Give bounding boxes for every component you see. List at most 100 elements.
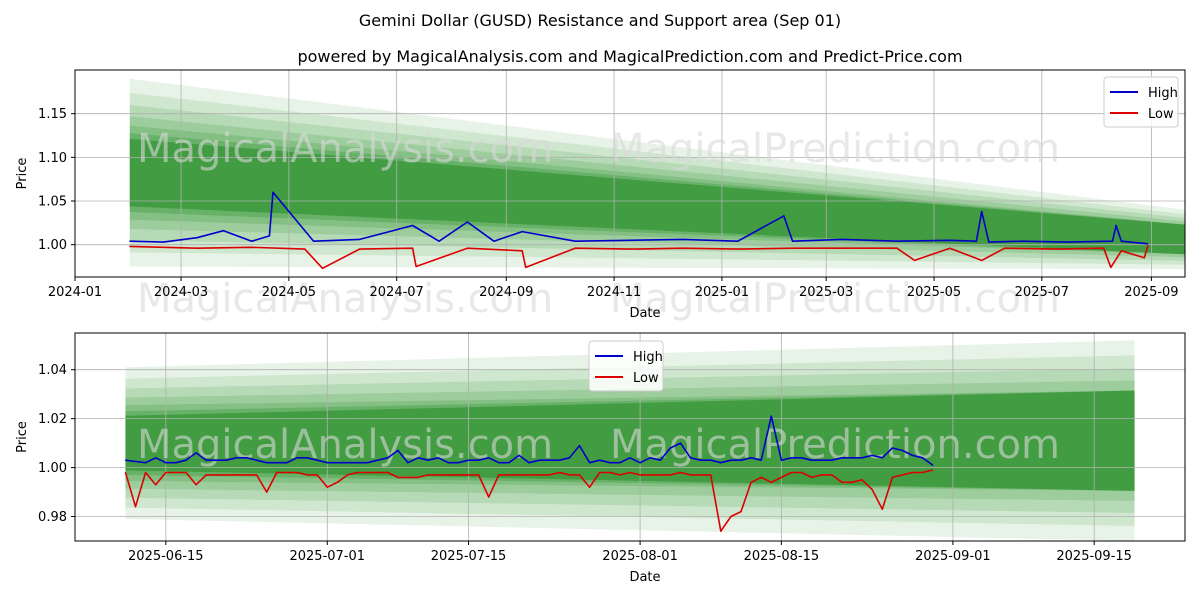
chart-1-low-point — [1103, 247, 1105, 249]
chart-1-high-point — [196, 237, 198, 239]
chart-1-low-point — [251, 246, 253, 248]
chart-2-low-point — [195, 484, 197, 486]
chart-2-legend: High Low — [588, 340, 664, 392]
chart-2-y-tick-label: 1.00 — [38, 461, 67, 476]
chart-2-low-point — [488, 496, 490, 498]
chart-title: Gemini Dollar (GUSD) Resistance and Supp… — [359, 11, 841, 30]
chart-2-high-point — [679, 442, 682, 444]
chart-2-high-point — [316, 459, 318, 461]
chart-2-low-point — [346, 474, 349, 476]
chart-2-high-point — [649, 457, 651, 459]
chart-1-x-tick-label: 2024-09 — [479, 285, 533, 300]
chart-2-low-point — [518, 474, 520, 476]
chart-1-high-point — [792, 240, 794, 242]
chart-2-low-point — [225, 474, 227, 476]
chart-2-high-point — [760, 459, 762, 461]
chart-2-low-point — [710, 474, 712, 476]
chart-1-low-point — [304, 248, 306, 250]
chart-2-low-point — [245, 474, 248, 476]
chart-1-low-point — [1057, 248, 1059, 250]
chart-2-high-point — [145, 462, 147, 464]
chart-1-low-point — [1147, 245, 1149, 247]
chart-2-high-point — [326, 462, 328, 464]
chart-2-high-point — [669, 447, 672, 449]
chart-2-low-point — [800, 471, 803, 474]
chart-2-high-point — [922, 457, 924, 459]
chart-2-low-point — [296, 471, 298, 474]
chart-2-high-point — [589, 462, 591, 464]
chart-2-high-point — [770, 415, 772, 417]
chart-2-low-point — [538, 474, 540, 476]
chart-1-high-point — [222, 230, 225, 232]
chart-2-y-tick-label: 0.98 — [38, 510, 67, 525]
chart-2-high-point — [195, 452, 197, 454]
chart-2-x-tick-label: 2025-09-15 — [1056, 549, 1132, 564]
chart-2-low-point — [780, 476, 783, 478]
chart-canvas: Gemini Dollar (GUSD) Resistance and Supp… — [15, 11, 1186, 585]
chart-2-low-point — [881, 508, 883, 510]
chart-2-low-point — [326, 486, 328, 488]
chart-1-x-axis-label: Date — [629, 306, 660, 321]
chart-1-low-point — [129, 245, 131, 247]
chart-2-high-point — [790, 457, 793, 459]
chart-2-low-point — [568, 474, 571, 476]
chart-2-low-point — [720, 530, 722, 532]
chart-2-low-point — [276, 471, 278, 474]
chart-2-high-point — [548, 459, 550, 461]
chart-1-low-point — [949, 247, 951, 249]
chart-2-low-point — [528, 474, 530, 476]
chart-2-low-point — [457, 474, 460, 476]
chart-2-low-point — [639, 474, 641, 476]
chart-1-x-tick-label: 2025-07 — [1015, 285, 1069, 300]
chart-2-high-point — [528, 462, 530, 464]
chart-2-low-point — [377, 471, 379, 474]
chart-1-low-point — [914, 259, 916, 261]
chart-1-x-tick-label: 2025-09 — [1124, 285, 1178, 300]
chart-2-low-point — [235, 474, 238, 476]
chart-1-y-tick-label: 1.00 — [38, 238, 67, 253]
chart-1-x-tick-label: 2025-01 — [695, 285, 749, 300]
chart-1-low-point — [412, 247, 414, 249]
chart-2-low-point — [175, 471, 177, 474]
chart-2-low-point — [861, 479, 863, 481]
chart-2-high-point — [720, 462, 722, 464]
chart-2-low-point — [932, 469, 934, 471]
chart-2-high-point — [256, 459, 258, 461]
chart-1-high-point — [359, 238, 361, 240]
chart-1-x-tick-label: 2024-05 — [262, 285, 316, 300]
chart-2-low-point — [619, 474, 621, 476]
chart-subtitle: powered by MagicalAnalysis.com and Magic… — [297, 47, 962, 66]
chart-2-legend-label-low: Low — [633, 371, 659, 386]
chart-2-high-point — [336, 462, 338, 464]
chart-1-high-point — [975, 240, 978, 242]
chart-2-y-tick-label: 1.04 — [38, 363, 67, 378]
chart-2-high-point — [266, 462, 268, 464]
chart-1-high-point — [783, 215, 785, 217]
chart-1-high-point — [251, 240, 253, 242]
chart-2-high-point — [619, 462, 621, 464]
chart-2-low-point — [498, 474, 500, 476]
chart-2-high-point — [558, 459, 561, 461]
chart-2-low-point — [669, 474, 672, 476]
chart-2-x-axis-label: Date — [629, 570, 660, 585]
chart-2-x-tick-label: 2025-07-01 — [289, 549, 365, 564]
chart-1-low-point — [1004, 247, 1006, 249]
chart-2-high-point — [498, 462, 500, 464]
chart-1-x-tick-label: 2024-03 — [154, 285, 208, 300]
chart-2-high-point — [397, 449, 399, 452]
chart-1-high-point — [737, 240, 739, 242]
chart-2-low-point — [770, 481, 772, 483]
chart-2-low-point — [306, 474, 308, 476]
chart-2-high-point — [296, 457, 298, 459]
chart-1-y-tick-label: 1.10 — [38, 151, 67, 166]
chart-2-low-point — [629, 471, 631, 474]
chart-2-high-point — [356, 462, 359, 464]
chart-2-high-point — [518, 454, 520, 456]
chart-2-low-point — [397, 476, 399, 478]
chart-2-high-point — [800, 457, 803, 459]
chart-1-high-point — [629, 239, 631, 241]
chart-2-low-point — [891, 476, 894, 478]
chart-2-x-tick-label: 2025-08-01 — [602, 549, 678, 564]
chart-1-low-point — [737, 248, 739, 250]
chart-1-low-point — [415, 265, 417, 268]
